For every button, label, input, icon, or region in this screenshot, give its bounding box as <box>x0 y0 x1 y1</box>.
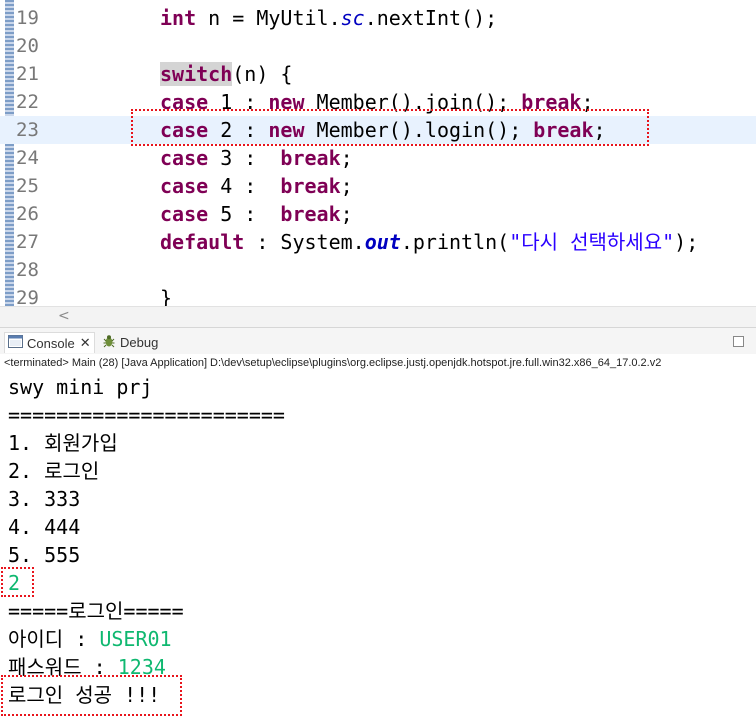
line-number: 19 <box>16 7 39 29</box>
console-line: 5. 555 <box>8 543 80 567</box>
code-line[interactable]: 21 switch(n) { <box>0 60 756 88</box>
code-token: .println( <box>400 230 510 254</box>
console-user-input: USER01 <box>99 627 172 651</box>
code-token: ; <box>340 174 353 198</box>
console-line: swy mini prj <box>8 375 153 399</box>
code-token: : System. <box>244 230 365 254</box>
code-line[interactable]: 19 int n = MyUtil.sc.nextInt(); <box>0 4 756 32</box>
console-output-text: 5. 555 <box>8 543 81 567</box>
console-line: 2. 로그인 <box>8 459 99 483</box>
code-token: } <box>160 286 173 306</box>
code-token: break <box>280 146 341 170</box>
code-token: ; <box>340 146 353 170</box>
code-text: case 4 : break; <box>160 175 353 197</box>
highlight-box-input-2 <box>1 567 34 597</box>
code-token: case <box>160 202 209 226</box>
line-number: 29 <box>16 287 39 306</box>
tab-console-label: Console <box>27 335 75 351</box>
code-token: sc <box>340 6 365 30</box>
process-status-line: <terminated> Main (28) [Java Application… <box>0 354 756 372</box>
line-number: 27 <box>16 231 39 253</box>
code-text: switch(n) { <box>160 62 293 86</box>
console-output-text: 3. 333 <box>8 487 81 511</box>
console-line: 아이디 : USER01 <box>8 627 172 651</box>
console-icon <box>8 335 23 351</box>
console-output-text: =====로그인===== <box>8 599 184 623</box>
code-token: case <box>160 146 209 170</box>
code-token: 3 : <box>208 146 281 170</box>
code-token: default <box>160 230 245 254</box>
code-text: case 5 : break; <box>160 203 353 225</box>
console-prompt-label: 아이디 : <box>8 627 100 651</box>
line-number: 23 <box>16 119 39 141</box>
code-token: .nextInt(); <box>364 6 498 30</box>
line-number: 20 <box>16 35 39 57</box>
minimize-icon[interactable] <box>733 336 744 347</box>
console-output[interactable]: swy mini prj ======================= 1. 회원… <box>0 372 756 722</box>
code-text: case 3 : break; <box>160 147 353 169</box>
close-icon[interactable]: ✕ <box>80 335 91 351</box>
line-number: 28 <box>16 259 39 281</box>
code-text: default : System.out.println("다시 선택하세요")… <box>160 231 698 253</box>
tab-debug[interactable]: Debug <box>102 332 158 352</box>
console-output-text: 2. 로그인 <box>8 459 100 483</box>
console-line: 1. 회원가입 <box>8 431 118 455</box>
code-line[interactable]: 26 case 5 : break; <box>0 200 756 228</box>
code-line[interactable]: 24 case 3 : break; <box>0 144 756 172</box>
highlight-box-login-success <box>1 675 182 716</box>
code-token: "다시 선택하세요" <box>509 230 675 254</box>
code-token: ; <box>340 202 353 226</box>
line-number: 24 <box>16 147 39 169</box>
tab-debug-label: Debug <box>120 334 159 350</box>
console-view-tabbar: Console ✕ Debug <box>0 327 756 355</box>
code-line[interactable]: 27 default : System.out.println("다시 선택하세요… <box>0 228 756 256</box>
code-token: ); <box>674 230 699 254</box>
code-editor[interactable]: 19 int n = MyUtil.sc.nextInt(); 20 21 switch… <box>0 0 756 306</box>
code-token: (n) { <box>232 62 293 86</box>
code-text: } <box>160 287 172 306</box>
console-output-text: 1. 회원가입 <box>8 431 118 455</box>
code-token: 5 : <box>208 202 281 226</box>
tab-console[interactable]: Console ✕ <box>4 332 95 353</box>
line-number: 26 <box>16 203 39 225</box>
line-number: 21 <box>16 63 39 85</box>
code-token: break <box>280 174 341 198</box>
console-line: ======================= <box>8 403 285 427</box>
code-token: out <box>364 230 401 254</box>
code-token: break <box>280 202 341 226</box>
code-token: switch <box>160 62 233 86</box>
console-line: 4. 444 <box>8 515 80 539</box>
bug-icon <box>102 334 116 351</box>
line-number: 22 <box>16 91 39 113</box>
scroll-left-icon[interactable]: < <box>58 308 70 324</box>
code-line[interactable]: 25 case 4 : break; <box>0 172 756 200</box>
code-line[interactable]: 20 <box>0 32 756 60</box>
console-line: 3. 333 <box>8 487 80 511</box>
code-line[interactable]: 29} <box>0 284 756 306</box>
code-text: int n = MyUtil.sc.nextInt(); <box>160 7 497 29</box>
code-token: case <box>160 174 209 198</box>
console-output-text: 4. 444 <box>8 515 81 539</box>
console-line: =====로그인===== <box>8 599 184 623</box>
console-output-text: ======================= <box>8 403 285 427</box>
highlight-box-case-2 <box>131 109 649 146</box>
code-line[interactable]: 28 <box>0 256 756 284</box>
console-output-text: swy mini prj <box>8 375 153 399</box>
line-number: 25 <box>16 175 39 197</box>
horizontal-scrollbar[interactable]: < <box>0 306 756 327</box>
code-token: n = MyUtil. <box>196 6 341 30</box>
code-token: int <box>160 6 197 30</box>
code-token: 4 : <box>208 174 281 198</box>
